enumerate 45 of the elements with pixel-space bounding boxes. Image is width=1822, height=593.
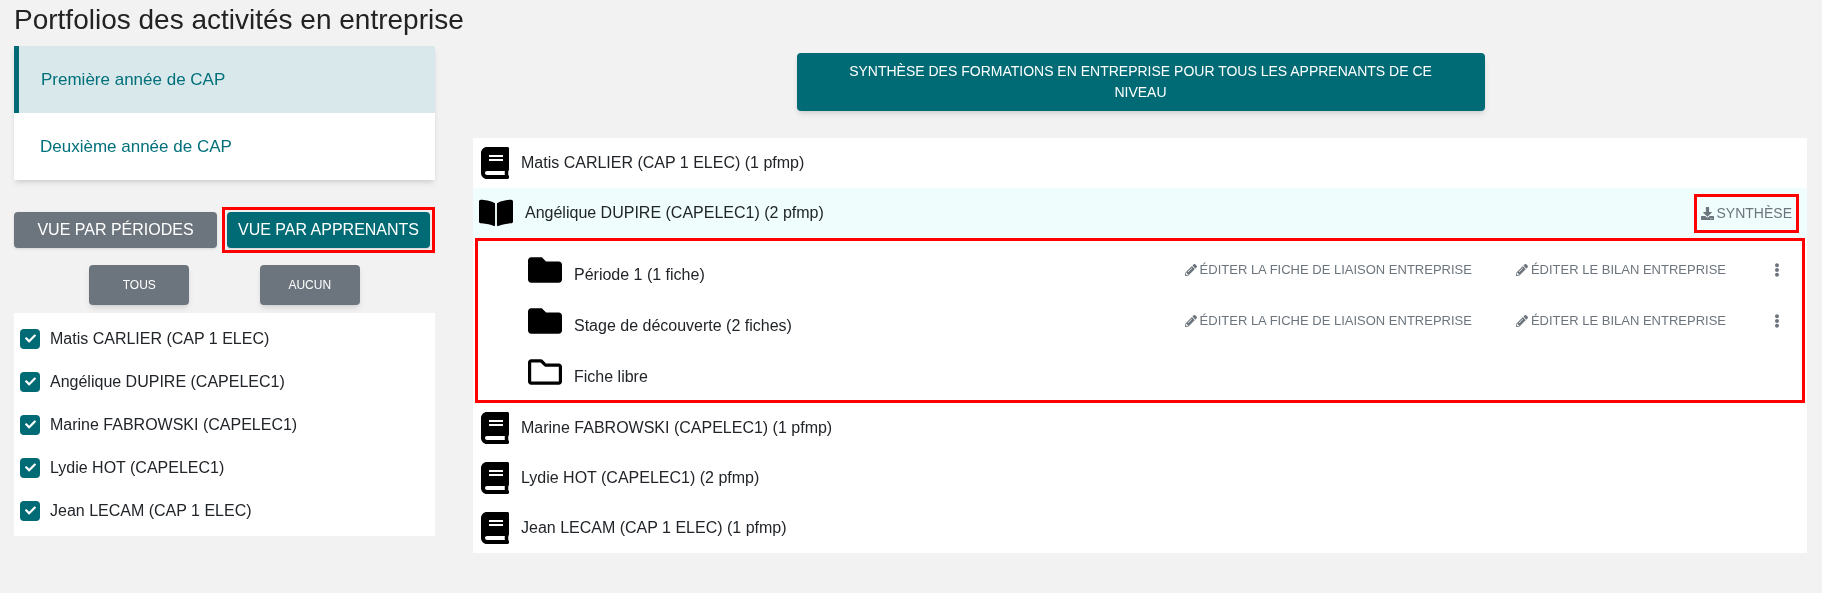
level-tab[interactable]: Première année de CAP (14, 46, 435, 113)
check-icon (24, 333, 36, 344)
pencil-icon (1515, 314, 1528, 327)
pencil-icon (1184, 314, 1197, 327)
learner-name: Matis CARLIER (CAP 1 ELEC) (50, 328, 270, 349)
period-title[interactable]: Fiche libre (574, 364, 648, 389)
view-toggle-button[interactable]: VUE PAR PÉRIODES (14, 212, 217, 248)
book-icon (479, 412, 511, 444)
download-icon (1700, 206, 1714, 220)
learner-title[interactable]: Marine FABROWSKI (CAPELEC1) (1 pfmp) (521, 416, 833, 440)
learner-title[interactable]: Matis CARLIER (CAP 1 ELEC) (1 pfmp) (521, 151, 805, 175)
checkbox[interactable] (20, 414, 40, 435)
learner-name: Angélique DUPIRE (CAPELEC1) (50, 371, 285, 392)
view-toggle-button[interactable]: VUE PAR APPRENANTS (227, 212, 430, 248)
summary-button[interactable]: SYNTHÈSE DES FORMATIONS EN ENTREPRISE POUR TOUS LES APPRENANTS DE CE NIVEAU (796, 53, 1485, 111)
check-icon (24, 505, 36, 516)
checkbox[interactable] (20, 371, 40, 392)
checkbox[interactable] (20, 457, 40, 478)
edit-link[interactable]: ÉDITER LE BILAN ENTREPRISE (1515, 259, 1726, 280)
select-button[interactable]: AUCUN (259, 265, 360, 305)
select-button[interactable]: TOUS (89, 265, 190, 305)
book-icon (479, 512, 511, 544)
learner-title[interactable]: Lydie HOT (CAPELEC1) (2 pfmp) (521, 466, 760, 490)
checkbox[interactable] (20, 328, 40, 349)
check-icon (24, 376, 36, 387)
checkbox[interactable] (20, 500, 40, 521)
learner-name: Lydie HOT (CAPELEC1) (50, 457, 225, 478)
pencil-icon (1184, 263, 1197, 276)
check-icon (24, 419, 36, 430)
learner-title[interactable]: Jean LECAM (CAP 1 ELEC) (1 pfmp) (521, 516, 787, 540)
period-title[interactable]: Stage de découverte (2 fiches) (574, 313, 792, 338)
pencil-icon (1515, 263, 1528, 276)
edit-link[interactable]: ÉDITER LA FICHE DE LIAISON ENTREPRISE (1184, 310, 1472, 331)
level-tab[interactable]: Deuxième année de CAP (14, 113, 435, 180)
page-title: Portfolios des activités en entreprise (14, 3, 464, 37)
book-icon (479, 462, 511, 494)
period-title[interactable]: Période 1 (1 fiche) (574, 262, 705, 287)
learner-title[interactable]: Angélique DUPIRE (CAPELEC1) (2 pfmp) (525, 201, 824, 225)
learner-name: Marine FABROWSKI (CAPELEC1) (50, 414, 298, 435)
edit-link[interactable]: ÉDITER LA FICHE DE LIAISON ENTREPRISE (1184, 259, 1472, 280)
check-icon (24, 462, 36, 473)
synthese-button[interactable]: SYNTHÈSE (1700, 202, 1792, 224)
edit-link[interactable]: ÉDITER LE BILAN ENTREPRISE (1515, 310, 1726, 331)
learner-name: Jean LECAM (CAP 1 ELEC) (50, 500, 252, 521)
book-icon (479, 147, 511, 179)
